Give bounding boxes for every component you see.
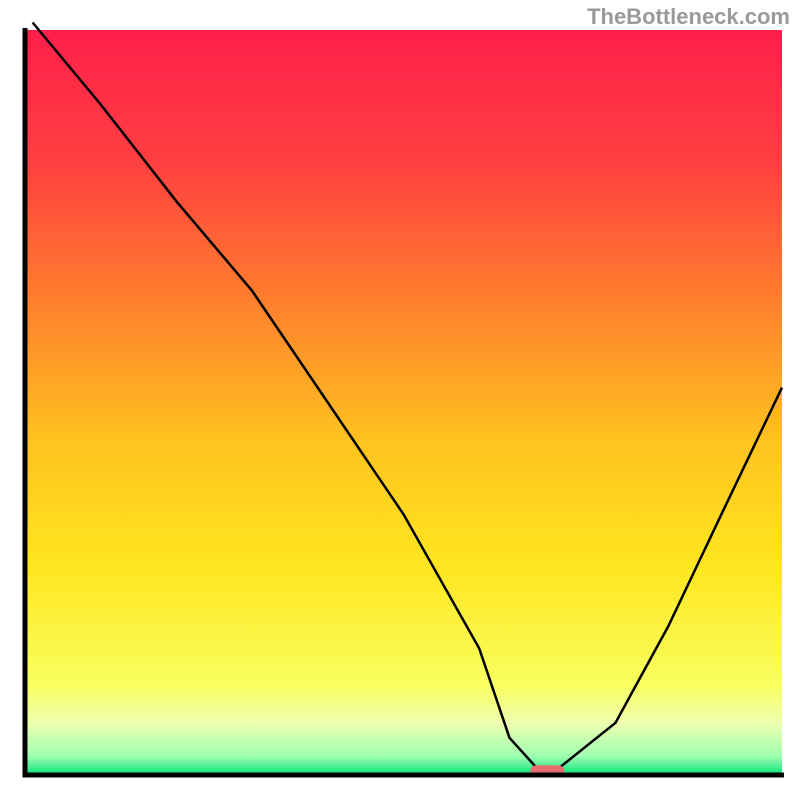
plot-background — [25, 30, 782, 775]
watermark-text: TheBottleneck.com — [587, 4, 790, 30]
bottleneck-chart — [0, 0, 800, 800]
chart-container: TheBottleneck.com — [0, 0, 800, 800]
